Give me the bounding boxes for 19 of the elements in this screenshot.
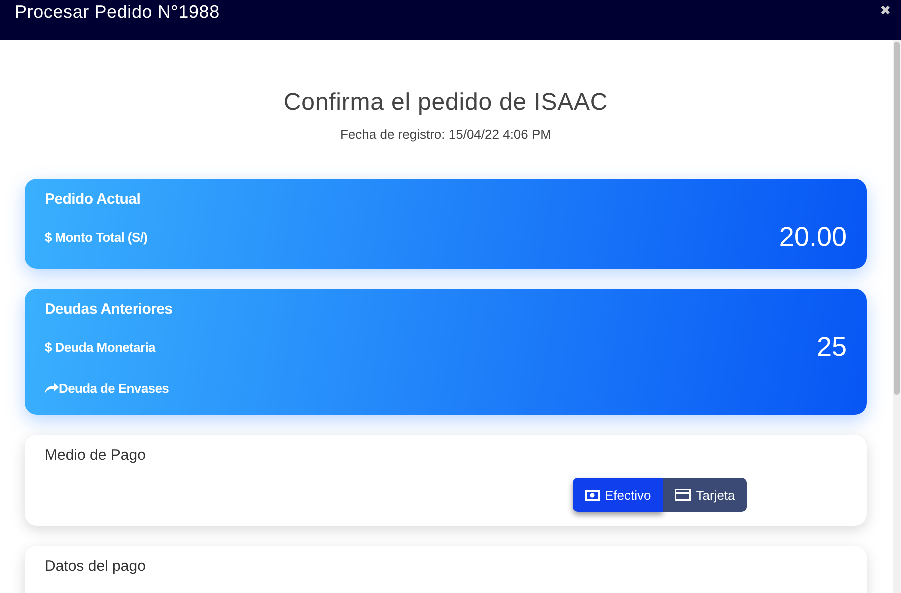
- amount-value: 25: [816, 332, 847, 363]
- card-title: Deudas Anteriores: [45, 301, 174, 318]
- banknote-icon: [585, 490, 600, 500]
- row-label: $ Deuda Monetaria: [45, 340, 156, 355]
- registration-date: Fecha de registro: 15/04/22 4:06 PM: [339, 127, 552, 142]
- close-button[interactable]: ✖: [880, 4, 891, 19]
- payment-option-button[interactable]: Tarjeta: [663, 478, 748, 512]
- row-label: $ Monto Total (S/): [45, 230, 148, 245]
- scrollbar[interactable]: [893, 40, 901, 593]
- confirm-heading: Confirma el pedido de ISAAC: [282, 89, 610, 117]
- credit-card-icon: [675, 489, 692, 501]
- amount-value: 20.00: [779, 222, 847, 253]
- window-title: Procesar Pedido N°1988: [15, 2, 220, 23]
- row-label: Deuda de Envases: [59, 380, 170, 396]
- share-arrow-icon: [45, 382, 59, 394]
- card-title: Pedido Actual: [45, 191, 142, 208]
- card-title: Medio de Pago: [45, 447, 147, 464]
- card-title: Datos del pago: [45, 558, 147, 575]
- payment-option-button[interactable]: Efectivo: [573, 478, 664, 512]
